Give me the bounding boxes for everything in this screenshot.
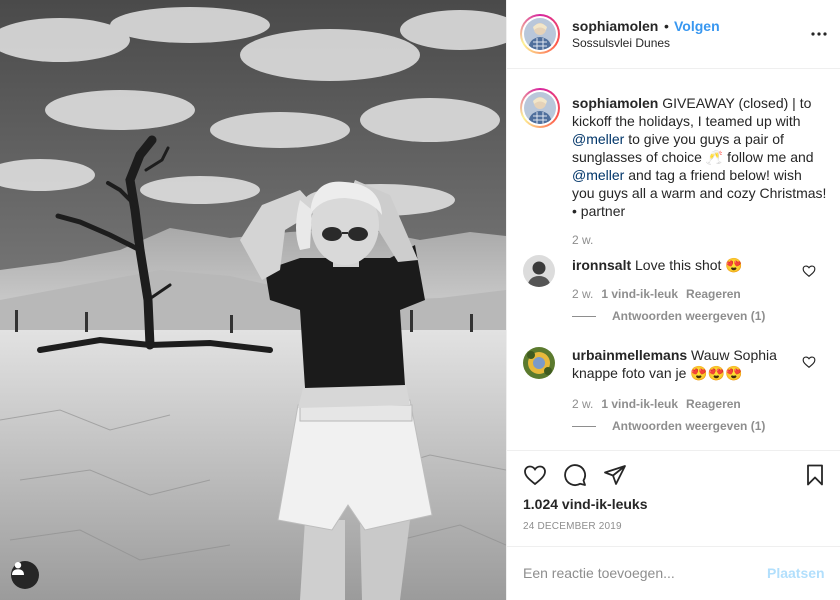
heart-icon[interactable] <box>523 463 547 487</box>
replies-divider <box>572 315 596 317</box>
reply-button[interactable]: Reageren <box>686 397 741 411</box>
like-comment-heart-icon[interactable] <box>802 264 816 278</box>
separator-dot: • <box>664 18 669 34</box>
comment-meta: 2 w. 1 vind-ik-leuk Reageren <box>572 287 741 301</box>
comment-time[interactable]: 2 w. <box>572 287 593 301</box>
post-header: sophiamolen • Volgen Sossulsvlei Dunes <box>507 0 840 69</box>
post-comment-button[interactable]: Plaatsen <box>767 565 825 581</box>
view-replies-label: Antwoorden weergeven (1) <box>612 419 766 433</box>
comment-time[interactable]: 2 w. <box>572 397 593 411</box>
post-side-panel: sophiamolen • Volgen Sossulsvlei Dunes s… <box>506 0 840 600</box>
post-actions: 1.024 vind-ik-leuks 24 DECEMBER 2019 <box>507 450 840 546</box>
avatar-image <box>524 18 556 50</box>
comment-text: ironnsalt Love this shot 😍 <box>572 256 792 274</box>
view-replies-label: Antwoorden weergeven (1) <box>612 309 766 323</box>
comment-body: Love this shot 😍 <box>635 257 743 273</box>
post-date[interactable]: 24 DECEMBER 2019 <box>523 521 622 532</box>
caption-time[interactable]: 2 w. <box>572 233 593 247</box>
likes-count[interactable]: 1.024 vind-ik-leuks <box>523 496 648 512</box>
share-icon[interactable] <box>603 463 627 487</box>
caption-avatar[interactable] <box>520 88 560 128</box>
post-username[interactable]: sophiamolen <box>572 18 658 34</box>
bookmark-icon[interactable] <box>803 463 827 487</box>
caption-username[interactable]: sophiamolen <box>572 95 658 111</box>
post-photo[interactable] <box>0 0 506 600</box>
user-icon <box>12 562 24 575</box>
comment-meta: 2 w. 1 vind-ik-leuk Reageren <box>572 397 741 411</box>
view-replies-button[interactable]: Antwoorden weergeven (1) <box>572 419 765 433</box>
mention-meller-2[interactable]: @meller <box>572 167 624 183</box>
comment-icon[interactable] <box>563 463 587 487</box>
tag-user-button[interactable] <box>11 561 39 589</box>
desert-photo-image <box>0 0 506 600</box>
commenter-avatar[interactable] <box>523 255 555 287</box>
commenter-avatar[interactable] <box>523 347 555 379</box>
follow-button[interactable]: Volgen <box>674 18 720 34</box>
reply-button[interactable]: Reageren <box>686 287 741 301</box>
comment-likes[interactable]: 1 vind-ik-leuk <box>601 287 678 301</box>
avatar[interactable] <box>520 14 560 54</box>
add-comment-bar: Plaatsen <box>507 546 840 600</box>
caption-text: sophiamolen GIVEAWAY (closed) | to kicko… <box>572 94 827 220</box>
replies-divider <box>572 425 596 427</box>
instagram-post: sophiamolen • Volgen Sossulsvlei Dunes s… <box>0 0 840 600</box>
more-options-icon[interactable] <box>807 22 831 46</box>
comment-text: urbainmellemans Wauw Sophia knappe foto … <box>572 346 792 382</box>
comment-username[interactable]: urbainmellemans <box>572 347 687 363</box>
mention-meller-1[interactable]: @meller <box>572 131 624 147</box>
like-comment-heart-icon[interactable] <box>802 355 816 369</box>
comment-likes[interactable]: 1 vind-ik-leuk <box>601 397 678 411</box>
avatar-image <box>524 92 556 124</box>
comment-username[interactable]: ironnsalt <box>572 257 631 273</box>
location-link[interactable]: Sossulsvlei Dunes <box>572 36 670 50</box>
view-replies-button[interactable]: Antwoorden weergeven (1) <box>572 309 765 323</box>
comments-section: sophiamolen GIVEAWAY (closed) | to kicko… <box>507 70 840 450</box>
comment-input[interactable] <box>523 563 753 583</box>
